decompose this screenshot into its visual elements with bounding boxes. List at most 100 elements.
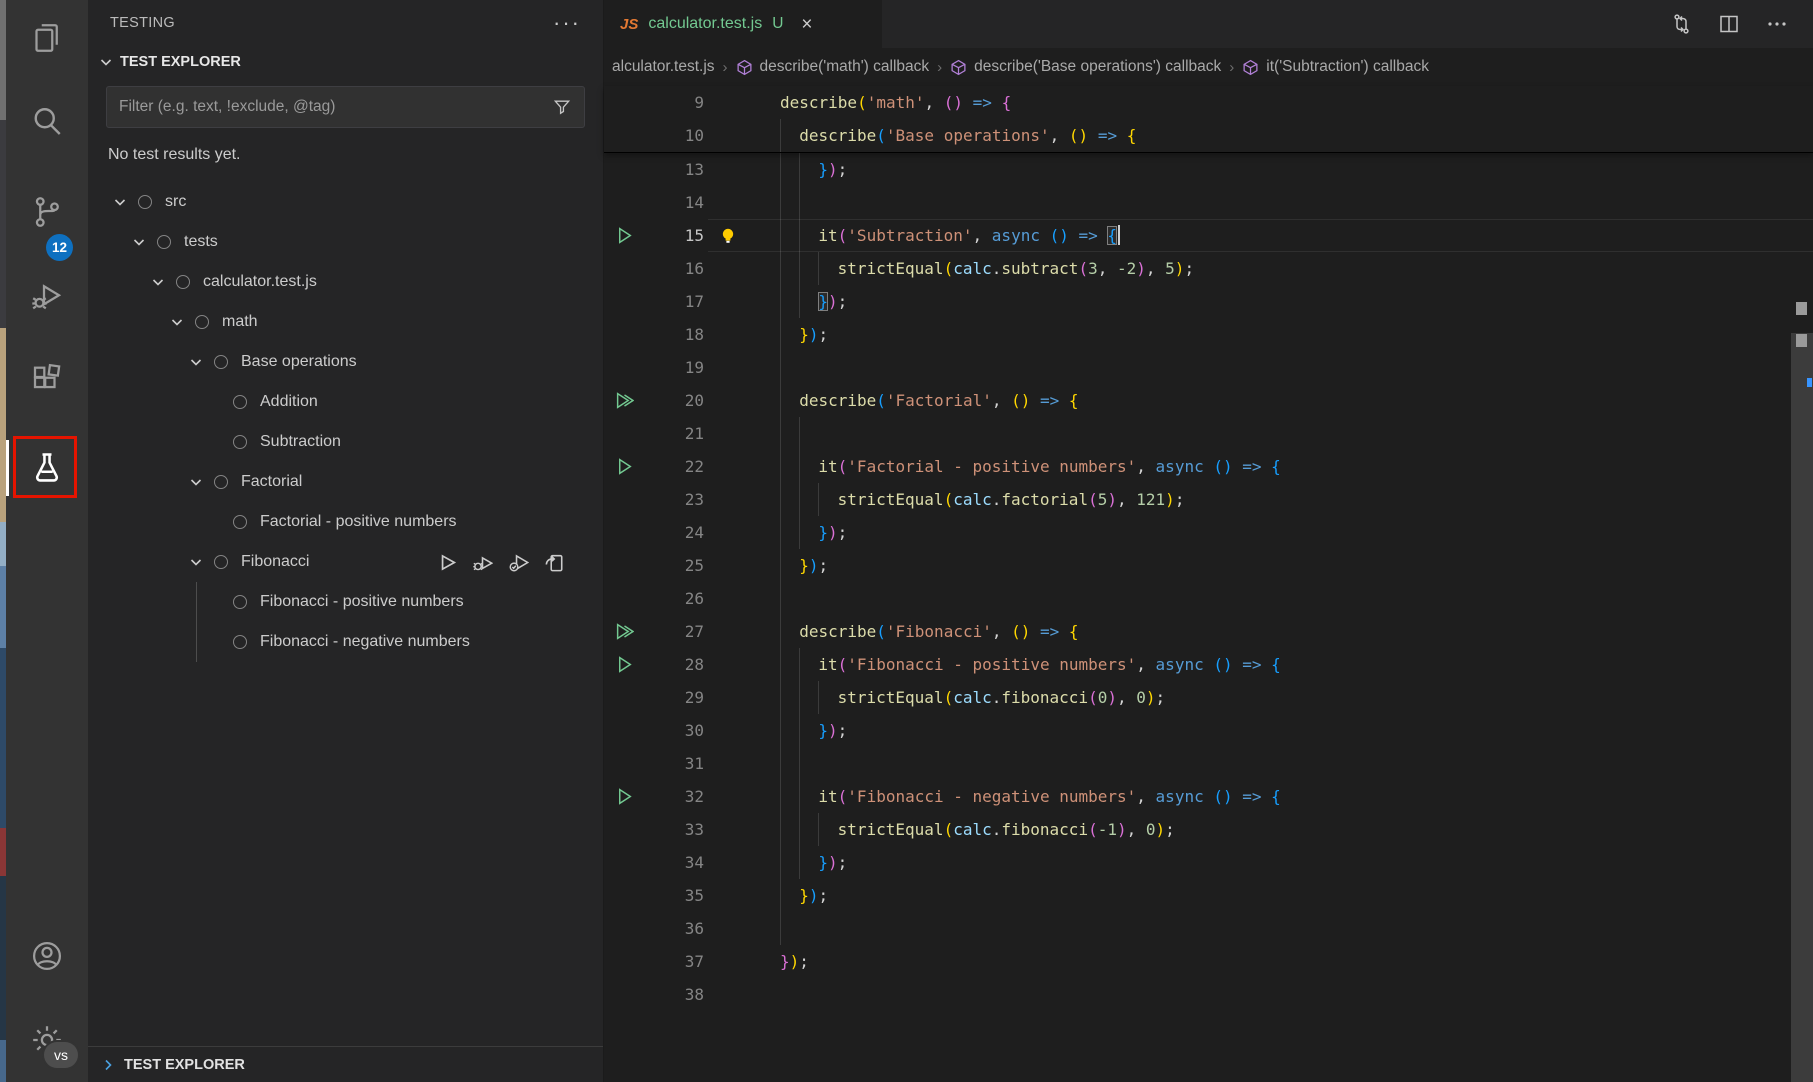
code-text[interactable]: }); <box>752 516 1813 549</box>
account-icon[interactable] <box>21 930 73 982</box>
source-control-icon[interactable] <box>21 186 73 238</box>
test-tree-item-tests[interactable]: tests <box>88 222 603 262</box>
breadcrumb-item[interactable]: alculator.test.js <box>612 58 715 76</box>
code-line-34[interactable]: 34}); <box>604 846 1813 879</box>
code-line-16[interactable]: 16strictEqual(calc.subtract(3, -2), 5); <box>604 252 1813 285</box>
code-text[interactable] <box>752 978 1813 1011</box>
code-text[interactable]: describe('Fibonacci', () => { <box>752 615 1813 648</box>
code-text[interactable] <box>752 186 1813 219</box>
tab-calculator-test-js[interactable]: JS calculator.test.js U × <box>604 0 882 48</box>
code-line-35[interactable]: 35}); <box>604 879 1813 912</box>
code-text[interactable] <box>752 582 1813 615</box>
test-tree-item-fibonacci-negative-numbers[interactable]: Fibonacci - negative numbers <box>88 622 603 662</box>
code-line-30[interactable]: 30}); <box>604 714 1813 747</box>
run-test-gutter-icon[interactable] <box>615 457 634 476</box>
code-text[interactable] <box>752 747 1813 780</box>
search-icon[interactable] <box>21 96 73 148</box>
test-tree-item-subtraction[interactable]: Subtraction <box>88 422 603 462</box>
test-filter-input[interactable] <box>119 98 552 116</box>
tree-chevron-icon[interactable] <box>188 354 214 370</box>
gutter-run-slot[interactable] <box>604 384 644 417</box>
gutter-run-slot[interactable] <box>604 615 644 648</box>
code-text[interactable]: }); <box>752 846 1813 879</box>
code-text[interactable]: describe('Base operations', () => { <box>752 119 1813 152</box>
test-explorer-bottom-section[interactable]: TEST EXPLORER <box>88 1046 603 1082</box>
code-text[interactable]: it('Fibonacci - negative numbers', async… <box>752 780 1813 813</box>
gutter-run-slot[interactable] <box>604 450 644 483</box>
test-tree-item-fibonacci[interactable]: Fibonacci <box>88 542 603 582</box>
code-line-28[interactable]: 28it('Fibonacci - positive numbers', asy… <box>604 648 1813 681</box>
breadcrumb-item[interactable]: describe('Base operations') callback <box>950 58 1221 76</box>
tree-chevron-icon[interactable] <box>188 554 214 570</box>
code-line-19[interactable]: 19 <box>604 351 1813 384</box>
code-line-26[interactable]: 26 <box>604 582 1813 615</box>
testing-flask-icon[interactable] <box>21 442 73 494</box>
code-text[interactable]: describe('Factorial', () => { <box>752 384 1813 417</box>
code-line-15[interactable]: 15it('Subtraction', async () => { <box>604 219 1813 252</box>
code-text[interactable] <box>752 417 1813 450</box>
run-tests-gutter-icon[interactable] <box>615 622 634 641</box>
test-tree-item-fibonacci-positive-numbers[interactable]: Fibonacci - positive numbers <box>88 582 603 622</box>
code-text[interactable] <box>752 351 1813 384</box>
run-test-gutter-icon[interactable] <box>615 787 634 806</box>
code-text[interactable]: }); <box>752 153 1813 186</box>
gutter-run-slot[interactable] <box>604 219 644 252</box>
code-text[interactable]: }); <box>752 285 1813 318</box>
tree-chevron-icon[interactable] <box>169 314 195 330</box>
debug-test-icon[interactable] <box>472 552 493 573</box>
code-text[interactable]: }); <box>752 945 1813 978</box>
code-text[interactable]: strictEqual(calc.fibonacci(-1), 0); <box>752 813 1813 846</box>
run-with-coverage-icon[interactable] <box>508 552 529 573</box>
code-line-22[interactable]: 22it('Factorial - positive numbers', asy… <box>604 450 1813 483</box>
tree-chevron-icon[interactable] <box>188 474 214 490</box>
test-tree-item-addition[interactable]: Addition <box>88 382 603 422</box>
code-line-32[interactable]: 32it('Fibonacci - negative numbers', asy… <box>604 780 1813 813</box>
code-editor[interactable]: 9describe('math', () => {10describe('Bas… <box>604 86 1813 1082</box>
code-line-33[interactable]: 33strictEqual(calc.fibonacci(-1), 0); <box>604 813 1813 846</box>
run-test-gutter-icon[interactable] <box>615 226 634 245</box>
tree-chevron-icon[interactable] <box>150 274 176 290</box>
code-text[interactable]: it('Fibonacci - positive numbers', async… <box>752 648 1813 681</box>
code-line-27[interactable]: 27describe('Fibonacci', () => { <box>604 615 1813 648</box>
code-line-24[interactable]: 24}); <box>604 516 1813 549</box>
code-line-18[interactable]: 18}); <box>604 318 1813 351</box>
breadcrumb-item[interactable]: it('Subtraction') callback <box>1242 58 1429 76</box>
code-line-21[interactable]: 21 <box>604 417 1813 450</box>
code-line-36[interactable]: 36 <box>604 912 1813 945</box>
test-tree-item-math[interactable]: math <box>88 302 603 342</box>
code-line-37[interactable]: 37}); <box>604 945 1813 978</box>
code-line-31[interactable]: 31 <box>604 747 1813 780</box>
code-text[interactable]: }); <box>752 318 1813 351</box>
test-tree-item-calculator-test-js[interactable]: calculator.test.js <box>88 262 603 302</box>
test-tree-item-src[interactable]: src <box>88 182 603 222</box>
tree-chevron-icon[interactable] <box>131 234 157 250</box>
close-icon[interactable]: × <box>801 15 812 34</box>
code-text[interactable]: }); <box>752 549 1813 582</box>
code-line-9[interactable]: 9describe('math', () => { <box>604 86 1813 119</box>
lightbulb-icon[interactable] <box>718 226 738 246</box>
run-test-icon[interactable] <box>436 552 457 573</box>
code-text[interactable]: describe('math', () => { <box>752 86 1813 119</box>
code-line-23[interactable]: 23strictEqual(calc.factorial(5), 121); <box>604 483 1813 516</box>
code-line-20[interactable]: 20describe('Factorial', () => { <box>604 384 1813 417</box>
goto-test-icon[interactable] <box>544 552 565 573</box>
code-line-25[interactable]: 25}); <box>604 549 1813 582</box>
code-text[interactable]: it('Subtraction', async () => { <box>752 219 1813 252</box>
code-text[interactable]: strictEqual(calc.factorial(5), 121); <box>752 483 1813 516</box>
run-and-debug-icon[interactable] <box>21 270 73 322</box>
code-lines[interactable]: 13});1415it('Subtraction', async () => {… <box>604 153 1813 1011</box>
code-text[interactable]: it('Factorial - positive numbers', async… <box>752 450 1813 483</box>
code-line-38[interactable]: 38 <box>604 978 1813 1011</box>
split-editor-icon[interactable] <box>1717 12 1741 36</box>
code-text[interactable]: }); <box>752 879 1813 912</box>
run-tests-gutter-icon[interactable] <box>615 391 634 410</box>
filter-funnel-icon[interactable] <box>552 97 572 117</box>
test-tree-item-factorial-positive-numbers[interactable]: Factorial - positive numbers <box>88 502 603 542</box>
gutter-run-slot[interactable] <box>604 648 644 681</box>
run-test-gutter-icon[interactable] <box>615 655 634 674</box>
code-line-29[interactable]: 29strictEqual(calc.fibonacci(0), 0); <box>604 681 1813 714</box>
code-line-10[interactable]: 10describe('Base operations', () => { <box>604 119 1813 152</box>
code-text[interactable]: }); <box>752 714 1813 747</box>
gutter-run-slot[interactable] <box>604 780 644 813</box>
code-line-17[interactable]: 17}); <box>604 285 1813 318</box>
